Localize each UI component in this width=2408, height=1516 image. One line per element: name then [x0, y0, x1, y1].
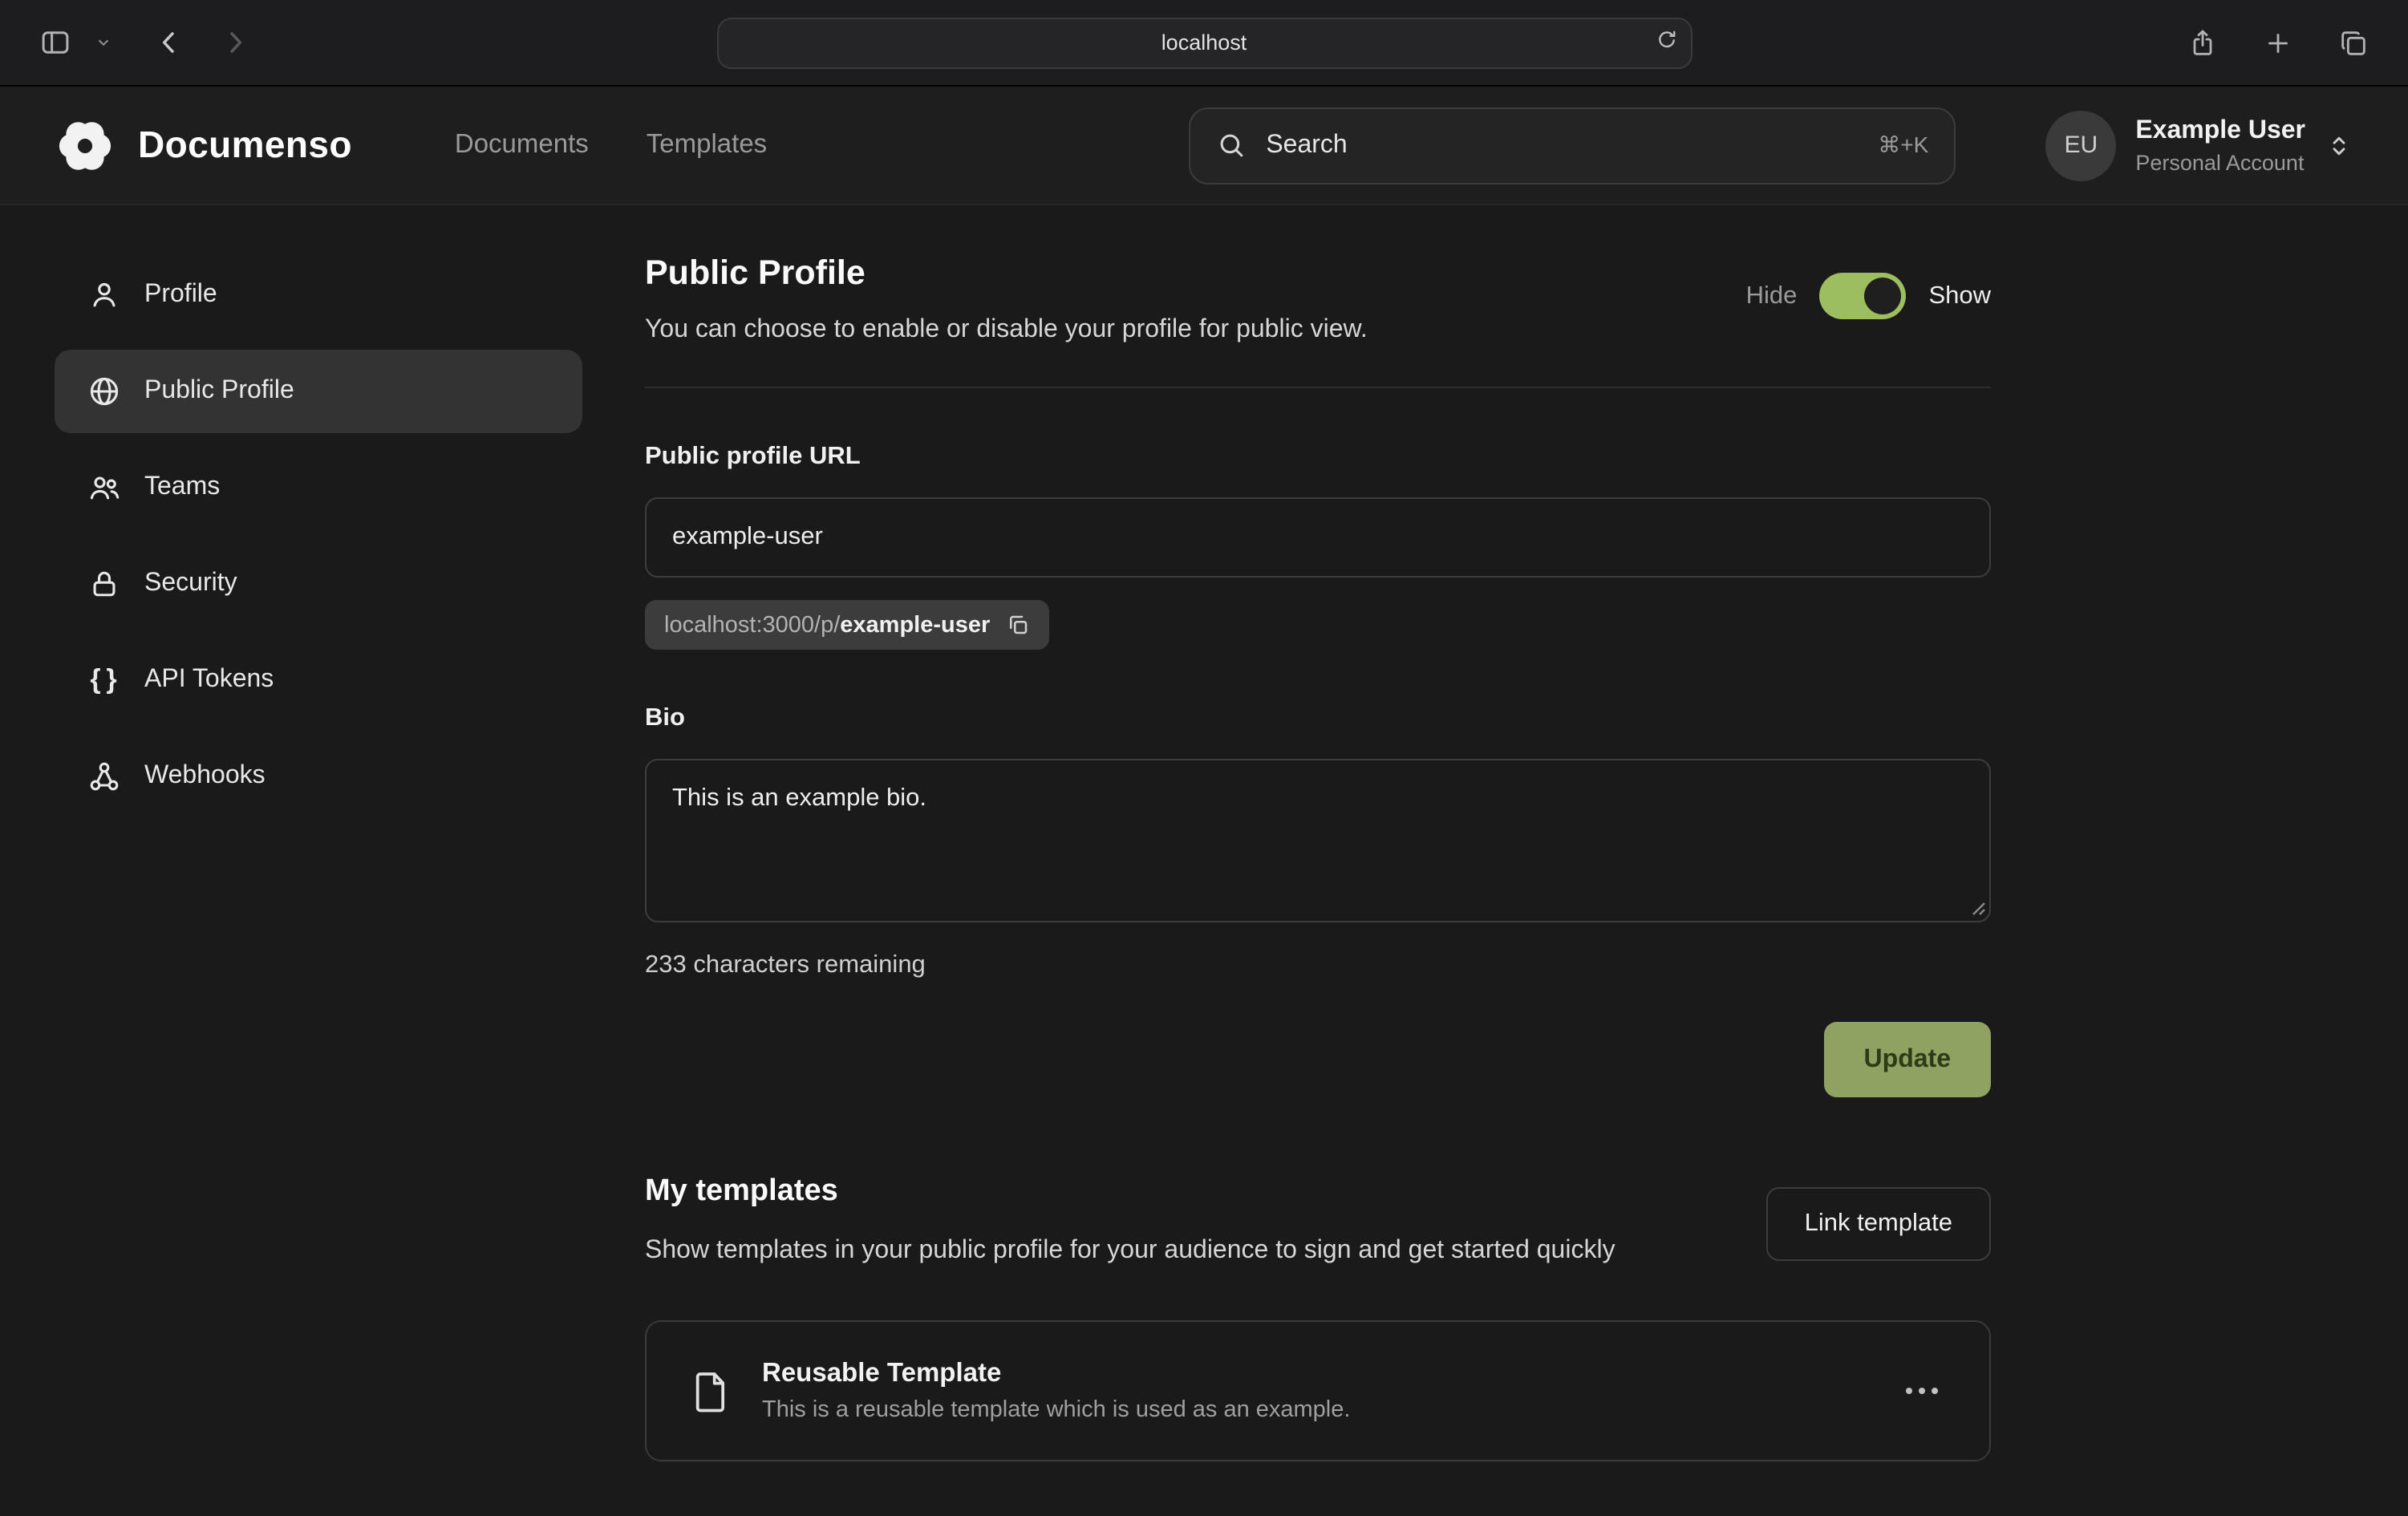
- template-menu-button[interactable]: [1896, 1378, 1948, 1404]
- sidebar-toggle-button[interactable]: [32, 19, 79, 66]
- ellipsis-icon: [1906, 1388, 1912, 1394]
- sidebar-menu-chevron[interactable]: [88, 27, 119, 58]
- brand[interactable]: Documenso: [55, 115, 352, 176]
- sidebar-item-webhooks[interactable]: Webhooks: [55, 735, 582, 818]
- sidebar-item-profile[interactable]: Profile: [55, 253, 582, 337]
- account-menu[interactable]: EU Example User Personal Account: [2045, 110, 2353, 180]
- account-name: Example User: [2135, 116, 2305, 145]
- page-title: Public Profile: [645, 253, 1368, 294]
- chevrons-up-down-icon: [2325, 131, 2353, 160]
- search-input[interactable]: [1266, 131, 1859, 160]
- share-icon: [2187, 26, 2219, 59]
- copy-icon: [1006, 613, 1030, 637]
- bio-textarea[interactable]: This is an example bio.: [645, 759, 1991, 922]
- bio-label: Bio: [645, 704, 1991, 733]
- profile-url-input[interactable]: [645, 497, 1991, 578]
- avatar: EU: [2045, 110, 2116, 180]
- my-templates-title: My templates: [645, 1174, 1615, 1210]
- page-content: Profile Public Profile Teams Securit: [0, 205, 2408, 1461]
- sidebar-item-label: Profile: [144, 281, 217, 310]
- sidebar-item-label: Webhooks: [144, 762, 266, 791]
- profile-url-label: Public profile URL: [645, 443, 1991, 472]
- forward-button[interactable]: [213, 21, 257, 64]
- app-header: Documenso Documents Templates ⌘+K EU Exa…: [0, 87, 2408, 205]
- lock-icon: [87, 566, 122, 602]
- nav-templates[interactable]: Templates: [647, 130, 767, 160]
- share-button[interactable]: [2180, 20, 2225, 65]
- user-icon: [87, 278, 122, 313]
- visibility-control: Hide Show: [1746, 253, 1991, 319]
- globe-icon: [87, 374, 122, 409]
- resize-grip-icon[interactable]: [1968, 898, 1986, 916]
- browser-window: localhost: [0, 0, 2408, 1516]
- url-prefix: localhost:3000/p/example-user: [664, 612, 990, 638]
- hide-label: Hide: [1746, 282, 1798, 310]
- search-icon: [1216, 130, 1247, 160]
- file-icon: [688, 1368, 733, 1413]
- link-template-button[interactable]: Link template: [1766, 1187, 1991, 1261]
- settings-sidebar: Profile Public Profile Teams Securit: [0, 253, 582, 1461]
- sidebar-item-label: API Tokens: [144, 666, 274, 695]
- tabs-icon: [2337, 26, 2369, 59]
- sidebar-item-label: Public Profile: [144, 377, 294, 406]
- plus-icon: [2264, 28, 2292, 57]
- characters-remaining: 233 characters remaining: [645, 951, 1991, 980]
- global-search[interactable]: ⌘+K: [1189, 107, 1956, 184]
- sidebar-item-api-tokens[interactable]: { } API Tokens: [55, 638, 582, 722]
- address-bar-url: localhost: [1161, 30, 1247, 55]
- sidebar-item-label: Teams: [144, 473, 220, 502]
- page-subtitle: You can choose to enable or disable your…: [645, 316, 1368, 345]
- my-templates-description: Show templates in your public profile fo…: [645, 1232, 1615, 1272]
- sidebar-item-teams[interactable]: Teams: [55, 446, 582, 529]
- ellipsis-icon: [1919, 1388, 1925, 1394]
- main-nav: Documents Templates: [455, 130, 767, 160]
- chevron-down-icon: [95, 34, 112, 51]
- brand-name: Documenso: [138, 124, 352, 167]
- address-bar[interactable]: localhost: [716, 17, 1692, 68]
- documenso-logo-icon: [55, 115, 116, 176]
- reload-button[interactable]: [1653, 26, 1677, 51]
- sidebar-item-public-profile[interactable]: Public Profile: [55, 350, 582, 433]
- webhook-icon: [87, 759, 122, 794]
- template-name: Reusable Template: [762, 1359, 1350, 1389]
- template-description: This is a reusable template which is use…: [762, 1397, 1350, 1423]
- users-icon: [87, 470, 122, 505]
- search-shortcut: ⌘+K: [1878, 132, 1928, 159]
- update-button[interactable]: Update: [1824, 1022, 1991, 1097]
- braces-icon: { }: [87, 664, 122, 696]
- sidebar-item-label: Security: [144, 570, 237, 598]
- browser-toolbar: localhost: [0, 0, 2408, 87]
- back-arrow-icon: [154, 27, 184, 58]
- account-type: Personal Account: [2135, 150, 2305, 174]
- show-label: Show: [1928, 282, 1991, 310]
- tab-overview-button[interactable]: [2331, 20, 2376, 65]
- public-profile-settings: Public Profile You can choose to enable …: [645, 253, 1991, 1461]
- new-tab-button[interactable]: [2257, 22, 2299, 63]
- toggle-knob: [1864, 278, 1901, 314]
- back-button[interactable]: [148, 21, 191, 64]
- sidebar-item-security[interactable]: Security: [55, 542, 582, 626]
- template-card: Reusable Template This is a reusable tem…: [645, 1320, 1991, 1461]
- forward-arrow-icon: [220, 27, 250, 58]
- copy-url-button[interactable]: [1006, 613, 1030, 637]
- profile-visibility-toggle[interactable]: [1819, 273, 1906, 319]
- profile-url-preview: localhost:3000/p/example-user: [645, 600, 1049, 650]
- url-slug: example-user: [840, 612, 990, 638]
- divider: [645, 387, 1991, 388]
- sidebar-toggle-icon: [39, 26, 72, 59]
- ellipsis-icon: [1932, 1388, 1938, 1394]
- reload-icon: [1653, 26, 1677, 51]
- nav-documents[interactable]: Documents: [455, 130, 589, 160]
